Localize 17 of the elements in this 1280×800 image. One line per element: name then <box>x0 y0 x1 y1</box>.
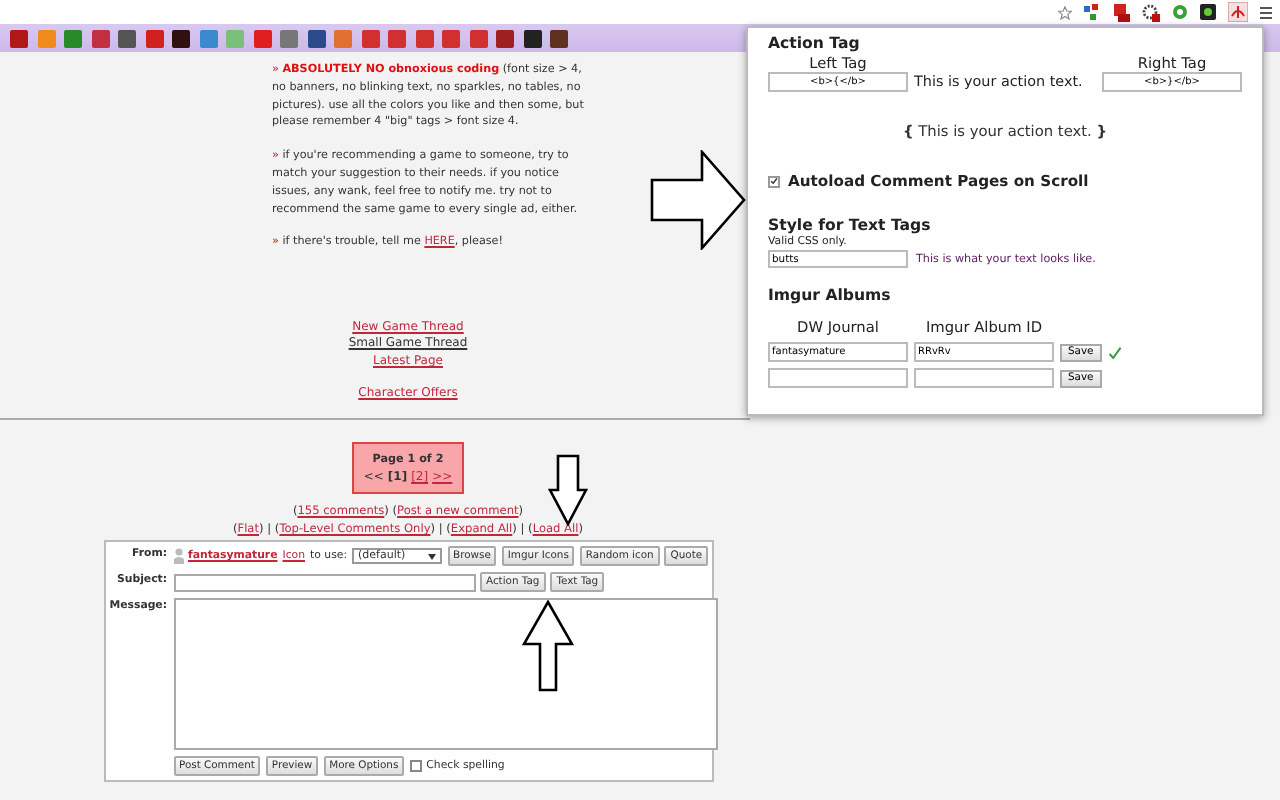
journal-field[interactable] <box>768 368 908 388</box>
checkbox[interactable] <box>768 175 780 187</box>
arrow <box>522 600 574 692</box>
star-icon[interactable] <box>1058 5 1072 19</box>
gear-icon[interactable] <box>1142 3 1160 21</box>
extension-icon[interactable] <box>1112 3 1130 21</box>
album-field[interactable] <box>914 368 1054 388</box>
extension-icon[interactable] <box>1084 4 1100 20</box>
checkbox[interactable] <box>409 760 422 773</box>
message-field[interactable] <box>173 598 717 751</box>
extension-icon[interactable] <box>1200 4 1216 20</box>
menu-icon[interactable] <box>1260 5 1272 19</box>
extension-icon[interactable] <box>1228 2 1248 22</box>
caret-icon <box>428 553 437 560</box>
subject-field[interactable] <box>173 573 475 592</box>
arrow <box>548 454 588 526</box>
user-icon <box>173 548 183 565</box>
